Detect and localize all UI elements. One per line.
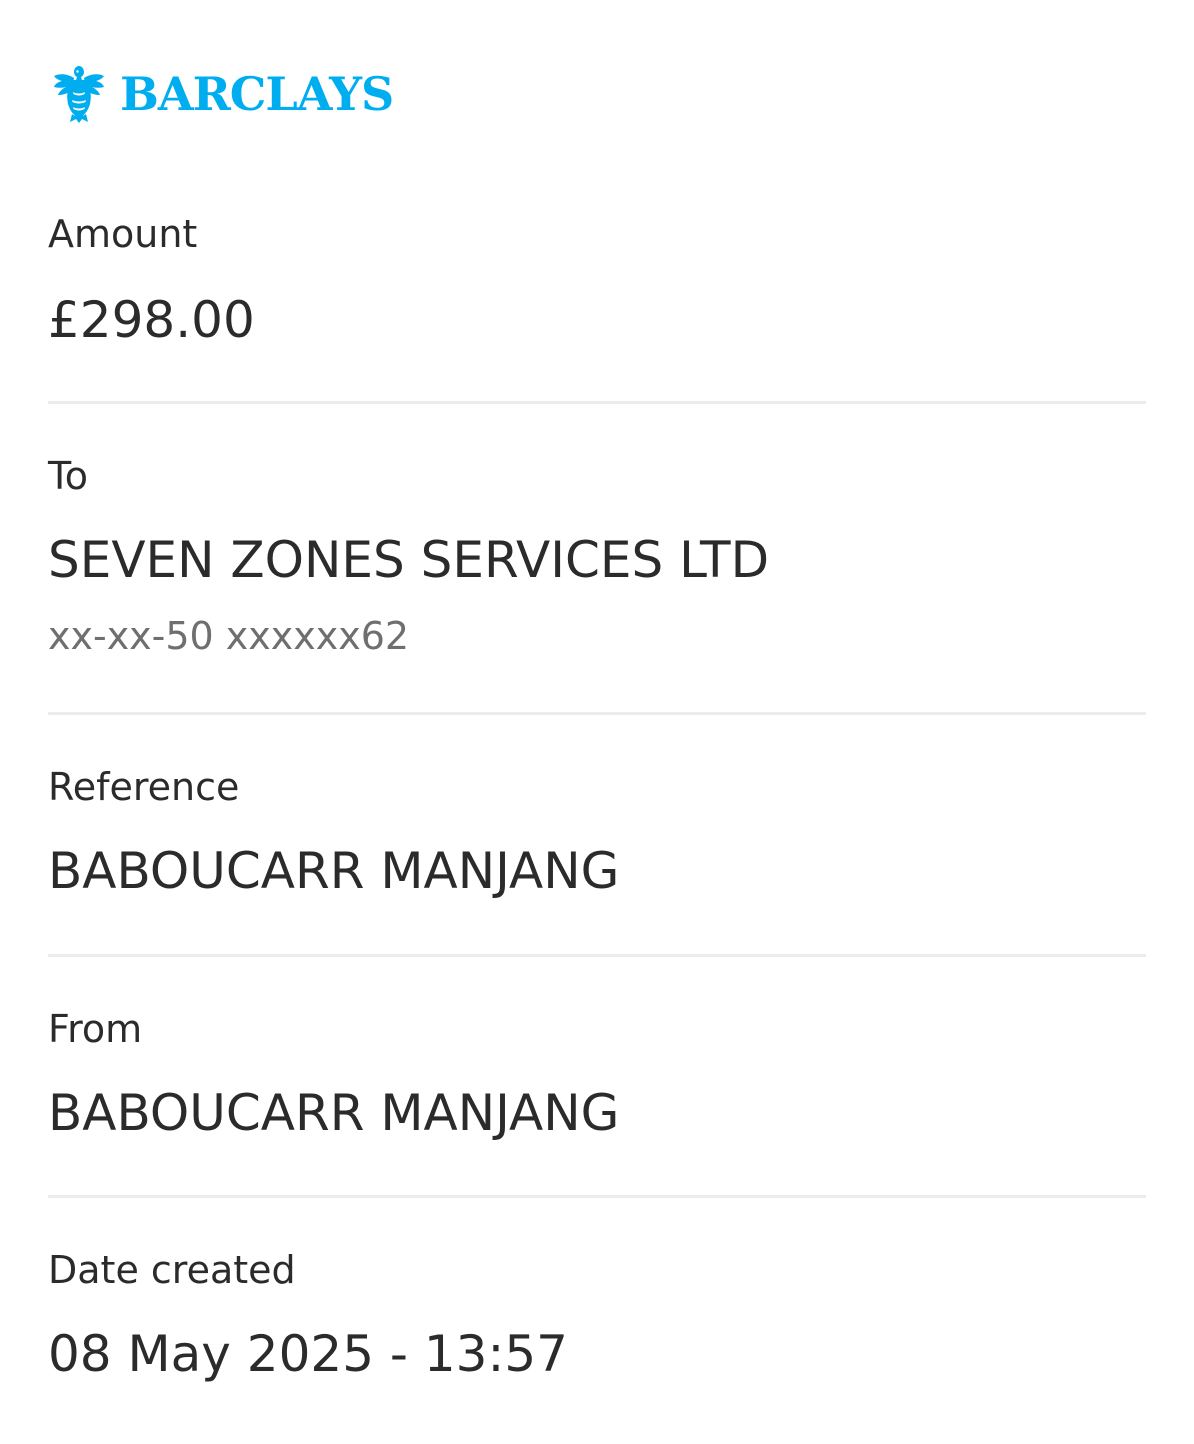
divider (48, 712, 1146, 715)
divider (48, 1195, 1146, 1198)
to-label: To (48, 454, 89, 498)
date-created-value: 08 May 2025 - 13:57 (48, 1325, 568, 1383)
divider (48, 401, 1146, 404)
payee-account-number: xx-xx-50 xxxxxx62 (48, 614, 410, 658)
payee-name: SEVEN ZONES SERVICES LTD (48, 531, 770, 589)
from-label: From (48, 1007, 143, 1051)
date-created-label: Date created (48, 1248, 296, 1292)
from-section: From BABOUCARR MANJANG (48, 1007, 1146, 1157)
reference-section: Reference BABOUCARR MANJANG (48, 765, 1146, 915)
eagle-icon (54, 66, 104, 123)
divider (48, 954, 1146, 957)
reference-label: Reference (48, 765, 240, 809)
amount-value: £298.00 (48, 291, 255, 349)
amount-label: Amount (48, 212, 198, 256)
amount-section: Amount £298.00 (48, 212, 1146, 362)
to-section: To SEVEN ZONES SERVICES LTD xx-xx-50 xxx… (48, 454, 1146, 674)
brand-name: BARCLAYS (120, 67, 394, 121)
barclays-logo: BARCLAYS (52, 64, 394, 124)
reference-value: BABOUCARR MANJANG (48, 842, 620, 900)
date-created-section: Date created 08 May 2025 - 13:57 (48, 1248, 1146, 1398)
from-value: BABOUCARR MANJANG (48, 1084, 620, 1142)
payment-details-page: BARCLAYS Amount £298.00 To SEVEN ZONES S… (0, 0, 1194, 1444)
